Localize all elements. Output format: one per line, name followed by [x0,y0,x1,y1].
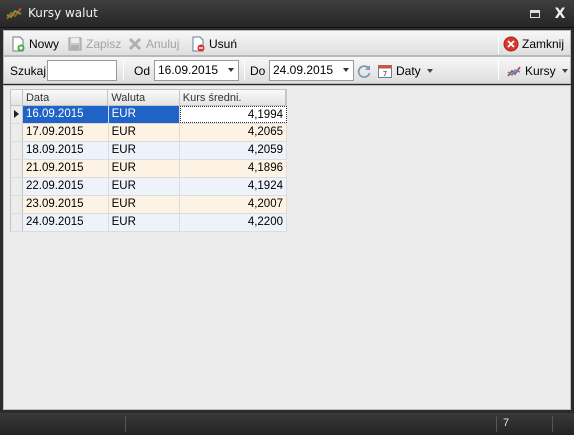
save-icon [68,37,82,51]
cell-date[interactable]: 21.09.2015 [22,160,109,177]
cell-date[interactable]: 23.09.2015 [22,196,109,213]
dates-dropdown[interactable]: 7 Daty [377,62,433,80]
dates-label: Daty [396,64,421,78]
cell-date[interactable]: 18.09.2015 [22,142,109,159]
save-button[interactable]: Zapisz [67,35,121,53]
delete-label: Usuń [209,37,238,51]
save-label: Zapisz [86,37,122,51]
close-circle-icon [503,36,519,52]
column-header-currency[interactable]: Waluta [108,90,180,105]
filter-toolbar: Szukaj Od 16.09.2015 Do 24.09.2015 7 Dat… [3,56,571,84]
cell-currency[interactable]: EUR [108,196,181,213]
table-row[interactable]: 21.09.2015 EUR 4,1896 [10,160,287,178]
new-label: Nowy [29,37,60,51]
to-date-picker[interactable]: 24.09.2015 [269,60,354,81]
search-input[interactable] [47,60,117,81]
chevron-down-icon [561,69,568,73]
minimize-icon [530,10,540,18]
cancel-button[interactable]: Anuluj [127,35,179,53]
cell-currency[interactable]: EUR [108,106,181,123]
cell-currency[interactable]: EUR [108,214,181,231]
new-button[interactable]: Nowy [10,35,59,53]
refresh-icon[interactable] [356,63,372,79]
from-date-picker[interactable]: 16.09.2015 [154,60,239,81]
calendar-icon: 7 [378,65,392,78]
from-date-value: 16.09.2015 [158,63,219,77]
column-header-date[interactable]: Data [23,90,109,105]
column-header-rate[interactable]: Kurs średni. [180,90,286,105]
action-toolbar: Nowy Zapisz Anuluj Usuń Zamknij [3,30,571,56]
minimize-button[interactable] [526,5,544,23]
svg-text:7: 7 [383,70,387,78]
search-label: Szukaj [10,64,47,78]
cell-currency[interactable]: EUR [108,178,181,195]
chevron-down-icon [343,68,349,72]
table-row[interactable]: 16.09.2015 EUR 4,1994 [10,106,287,124]
cell-date[interactable]: 17.09.2015 [22,124,109,141]
cell-currency[interactable]: EUR [108,160,181,177]
window-title: Kursy walut [28,6,98,20]
rates-table: Data Waluta Kurs średni. 16.09.2015 EUR 4,… [10,89,287,232]
table-row[interactable]: 22.09.2015 EUR 4,1924 [10,178,287,196]
new-doc-icon [12,36,25,52]
row-indicator[interactable] [11,160,23,177]
cell-currency[interactable]: EUR [108,142,181,159]
table-row[interactable]: 24.09.2015 EUR 4,2200 [10,214,287,232]
table-body: 16.09.2015 EUR 4,1994 17.09.2015 EUR 4,2065 18… [10,106,287,232]
app-chart-icon [6,7,22,20]
cell-date[interactable]: 22.09.2015 [22,178,109,195]
rates-dropdown[interactable]: Kursy [506,62,568,80]
to-date-value: 24.09.2015 [273,63,334,77]
toolbar-divider [498,34,499,54]
cell-rate[interactable]: 4,1896 [180,160,287,177]
delete-icon [192,36,205,52]
row-indicator[interactable] [11,124,23,141]
table-header: Data Waluta Kurs średni. [10,89,287,106]
grid-panel: Data Waluta Kurs średni. 16.09.2015 EUR 4,… [3,85,571,410]
cell-date[interactable]: 24.09.2015 [22,214,109,231]
chevron-down-icon [426,69,433,73]
from-label: Od [134,64,151,78]
current-row-arrow-icon [14,110,19,118]
status-divider [496,416,497,432]
row-indicator[interactable] [11,106,23,123]
cell-rate[interactable]: 4,1924 [180,178,287,195]
delete-button[interactable]: Usuń [190,35,237,53]
cell-rate[interactable]: 4,2200 [180,214,287,231]
filter-divider [123,60,124,80]
cell-rate[interactable]: 4,2007 [180,196,287,213]
row-indicator[interactable] [11,178,23,195]
table-row[interactable]: 18.09.2015 EUR 4,2059 [10,142,287,160]
status-divider [552,416,553,432]
status-bar: 7 [0,413,574,435]
table-row[interactable]: 17.09.2015 EUR 4,2065 [10,124,287,142]
cell-rate[interactable]: 4,1994 [180,106,287,123]
row-indicator[interactable] [11,214,23,231]
rates-label: Kursy [525,64,556,78]
title-bar: Kursy walut X [0,0,574,28]
status-divider [125,416,126,432]
cell-date[interactable]: 16.09.2015 [22,106,109,123]
currency-icon [507,66,521,77]
table-row[interactable]: 23.09.2015 EUR 4,2007 [10,196,287,214]
cell-rate[interactable]: 4,2065 [180,124,287,141]
row-indicator[interactable] [11,142,23,159]
record-count: 7 [503,417,510,429]
cancel-x-icon [128,37,142,51]
close-window-button[interactable]: X [551,5,569,23]
cancel-label: Anuluj [146,37,180,51]
row-indicator[interactable] [11,196,23,213]
filter-divider [244,60,245,80]
to-label: Do [250,64,266,78]
cell-rate[interactable]: 4,2059 [180,142,287,159]
filter-divider [498,60,499,80]
cell-currency[interactable]: EUR [108,124,181,141]
close-label: Zamknij [522,37,565,51]
close-button[interactable]: Zamknij [503,35,564,53]
chevron-down-icon [228,68,234,72]
row-indicator-header [11,90,23,105]
